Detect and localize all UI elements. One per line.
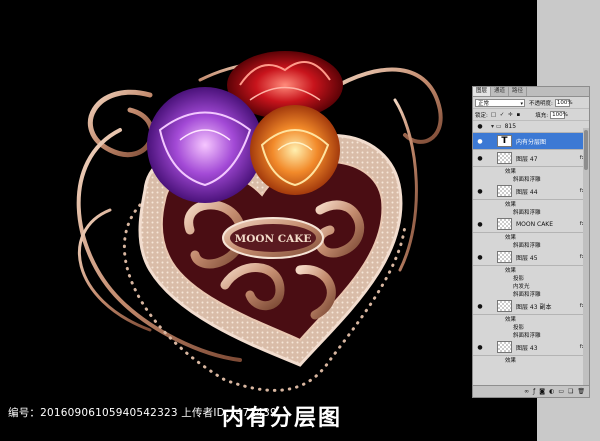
layer-name: MOON CAKE	[516, 220, 554, 228]
effect-item: 斜面和浮雕	[513, 210, 541, 216]
panel-scrollbar[interactable]	[583, 128, 589, 386]
effect-item: 效果	[505, 268, 517, 274]
layer-row[interactable]: ● T 内有分层图	[473, 133, 589, 150]
layer-name: 图层 44	[516, 188, 538, 196]
trash-icon[interactable]: 🗑	[577, 388, 585, 395]
chevron-down-icon: ▾	[520, 100, 523, 107]
layer-thumbnail	[497, 300, 512, 312]
effect-item: 效果	[505, 235, 517, 241]
tab-layers[interactable]: 图层	[473, 87, 492, 96]
tab-channels[interactable]: 通道	[491, 87, 510, 96]
folder-icon: ▾ ▭	[491, 123, 502, 130]
layer-thumbnail	[497, 152, 512, 164]
effect-item: 效果	[505, 358, 517, 364]
fill-label: 填充:	[535, 112, 549, 119]
panel-tabs: 图层 通道 路径	[473, 87, 589, 97]
panel-footer: ∞ ƒ ◙ ◐ ▭ ❏ 🗑	[473, 385, 589, 397]
effect-item: 效果	[505, 202, 517, 208]
link-icon[interactable]: ∞	[524, 388, 529, 395]
purple-peony	[147, 87, 263, 203]
layer-thumbnail	[497, 341, 512, 353]
layer-thumbnail	[497, 218, 512, 230]
layer-row[interactable]: ● 图层 43 副本 fx	[473, 298, 589, 315]
layer-row[interactable]: ● 图层 45 fx	[473, 249, 589, 266]
effect-item: 投影	[513, 276, 525, 282]
effect-item: 斜面和浮雕	[513, 177, 541, 183]
layer-name: 图层 43 副本	[516, 303, 552, 311]
eye-icon[interactable]: ●	[475, 344, 485, 351]
mask-icon[interactable]: ◙	[539, 388, 545, 395]
effect-item: 斜面和浮雕	[513, 243, 541, 249]
eye-icon[interactable]: ●	[475, 254, 485, 261]
tab-paths[interactable]: 路径	[509, 87, 528, 96]
blend-mode-value: 正常	[478, 100, 490, 107]
lock-row: 锁定: □ ✓ ✛ ▪ 填充: 100%	[473, 109, 589, 121]
eye-icon[interactable]: ●	[475, 188, 485, 195]
layer-row[interactable]: ● MOON CAKE fx	[473, 216, 589, 233]
layer-row[interactable]: ● 图层 44 fx	[473, 183, 589, 200]
lock-icons[interactable]: □ ✓ ✛ ▪	[491, 112, 521, 118]
fx-icon[interactable]: ƒ	[533, 388, 535, 395]
opacity-label: 不透明度:	[529, 100, 553, 107]
effect-item: 投影	[513, 325, 525, 331]
folder-icon[interactable]: ▭	[558, 388, 564, 395]
effect-item: 斜面和浮雕	[513, 333, 541, 339]
group-name: 815	[504, 123, 517, 130]
opacity-input[interactable]: 100%	[554, 98, 573, 107]
layer-name: 图层 45	[516, 254, 538, 262]
eye-icon[interactable]: ●	[475, 303, 485, 310]
moon-cake-badge: MOON CAKE	[222, 217, 324, 259]
moon-cake-logo-text: MOON CAKE	[235, 233, 312, 245]
eye-icon[interactable]: ●	[475, 138, 485, 145]
layer-group-row[interactable]: ● ▾ ▭ 815	[473, 121, 589, 133]
layer-thumbnail	[497, 251, 512, 263]
eye-icon[interactable]: ●	[475, 123, 485, 130]
eye-icon[interactable]: ●	[475, 155, 485, 162]
text-layer-icon: T	[497, 135, 512, 147]
blend-mode-select[interactable]: 正常 ▾	[475, 98, 525, 107]
layer-row[interactable]: ● 图层 43 fx	[473, 339, 589, 356]
layer-row[interactable]: ● 图层 47 fx	[473, 150, 589, 167]
effect-item: 效果	[505, 169, 517, 175]
fill-input[interactable]: 100%	[550, 110, 568, 119]
layer-name: 内有分层图	[516, 138, 547, 146]
effect-item: 内发光	[513, 284, 530, 290]
lock-label: 锁定:	[475, 112, 488, 119]
new-layer-icon[interactable]: ❏	[568, 388, 573, 395]
layers-panel: 图层 通道 路径 正常 ▾ 不透明度: 100% 锁定: □ ✓ ✛ ▪ 填充:…	[472, 86, 590, 398]
caption-text: 内有分层图	[222, 406, 343, 431]
orange-peony	[250, 105, 340, 195]
blend-row: 正常 ▾ 不透明度: 100%	[473, 97, 589, 109]
adjustment-icon[interactable]: ◐	[549, 388, 554, 395]
scrollbar-thumb[interactable]	[584, 130, 588, 170]
effect-item: 斜面和浮雕	[513, 292, 541, 298]
layer-thumbnail	[497, 185, 512, 197]
layer-name: 图层 43	[516, 344, 538, 352]
eye-icon[interactable]: ●	[475, 221, 485, 228]
layer-name: 图层 47	[516, 155, 538, 163]
effect-item: 效果	[505, 317, 517, 323]
